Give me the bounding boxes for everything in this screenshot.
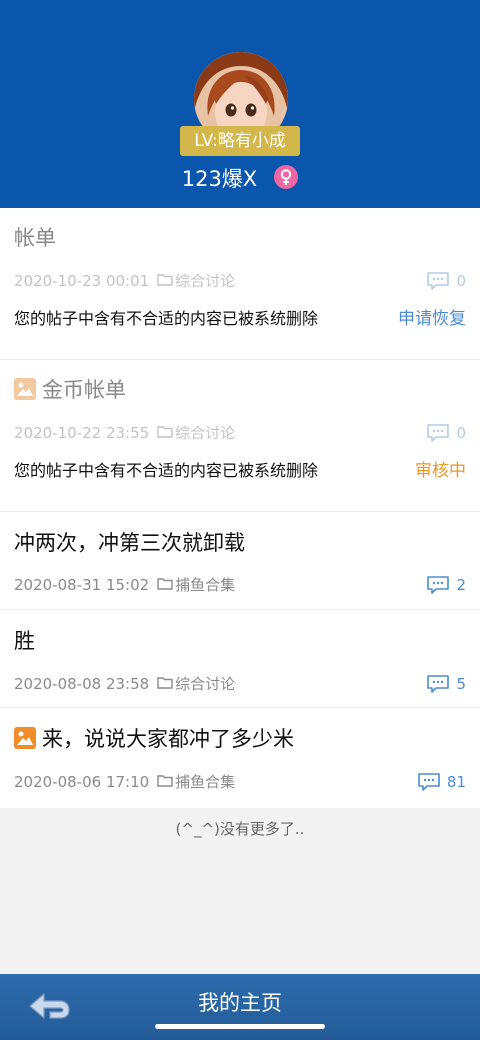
list-item[interactable]: 来，说说大家都冲了多少米 2020-08-06 17:10 捕鱼合集 81 (0, 708, 480, 808)
list-item[interactable]: 帐单 2020-10-23 00:01 综合讨论 0 您的帖子中含有不合适的内容已… (0, 208, 480, 360)
post-category[interactable]: 综合讨论 (175, 272, 235, 290)
comment-bubble-icon (427, 575, 450, 594)
image-icon (14, 378, 36, 400)
post-category[interactable]: 综合讨论 (175, 675, 235, 693)
post-meta: 2020-08-31 15:02 捕鱼合集 (14, 574, 235, 597)
comment-bubble-icon (418, 772, 440, 791)
folder-icon (157, 771, 173, 793)
post-title[interactable]: 冲两次，冲第三次就卸载 (14, 528, 245, 558)
post-meta: 2020-08-08 23:58 综合讨论 (14, 673, 235, 696)
post-title-text: 来，说说大家都冲了多少米 (42, 727, 294, 751)
deleted-notice: 您的帖子中含有不合适的内容已被系统删除 (14, 309, 319, 328)
post-title-text: 胜 (14, 629, 35, 653)
username-row: 123爆X (0, 164, 480, 194)
status-under-review: 审核中 (415, 461, 466, 481)
image-icon (14, 727, 36, 749)
post-category[interactable]: 捕鱼合集 (175, 576, 235, 594)
list-item[interactable]: 金币帐单 2020-10-22 23:55 综合讨论 0 您的帖子中含有不合适的内… (0, 360, 480, 512)
comment-count-value: 0 (456, 272, 466, 290)
comment-count-value: 81 (446, 773, 466, 791)
request-restore-link[interactable]: 申请恢复 (398, 307, 466, 331)
post-title[interactable]: 帐单 (14, 223, 56, 253)
post-date: 2020-10-23 00:01 (14, 272, 150, 290)
post-title[interactable]: 胜 (14, 626, 35, 656)
post-title[interactable]: 来，说说大家都冲了多少米 (14, 724, 294, 754)
comment-count[interactable]: 0 (426, 270, 466, 292)
folder-icon (157, 574, 173, 596)
list-item[interactable]: 冲两次，冲第三次就卸载 2020-08-31 15:02 捕鱼合集 2 (0, 512, 480, 610)
post-date: 2020-08-08 23:58 (14, 675, 150, 693)
comment-count-value: 0 (456, 424, 466, 442)
post-list: 帐单 2020-10-23 00:01 综合讨论 0 您的帖子中含有不合适的内容已… (0, 208, 480, 808)
comment-count[interactable]: 2 (426, 574, 466, 596)
profile-header: LV:略有小成 123爆X (0, 0, 480, 208)
list-item[interactable]: 胜 2020-08-08 23:58 综合讨论 5 (0, 610, 480, 708)
comment-bubble-icon (427, 423, 450, 442)
page-title: 我的主页 (198, 991, 282, 1015)
post-date: 2020-08-31 15:02 (14, 576, 150, 594)
folder-icon (157, 270, 173, 292)
comment-count-value: 2 (456, 576, 466, 594)
comment-bubble-icon (427, 674, 450, 693)
level-badge: LV:略有小成 (180, 126, 300, 156)
comment-bubble-icon (427, 271, 450, 290)
home-indicator[interactable] (155, 1024, 325, 1029)
post-meta: 2020-10-22 23:55 综合讨论 (14, 422, 235, 445)
post-meta: 2020-08-06 17:10 捕鱼合集 (14, 771, 235, 794)
no-more-text: (^_^)没有更多了.. (175, 820, 305, 838)
comment-count[interactable]: 81 (417, 771, 466, 793)
post-meta: 2020-10-23 00:01 综合讨论 (14, 270, 235, 293)
folder-icon (157, 422, 173, 444)
female-icon (274, 165, 299, 189)
comment-count[interactable]: 0 (426, 422, 466, 444)
folder-icon (157, 673, 173, 695)
post-category[interactable]: 综合讨论 (175, 424, 235, 442)
comment-count-value: 5 (456, 675, 466, 693)
post-title-text: 金币帐单 (42, 378, 126, 402)
post-title-text: 帐单 (14, 226, 56, 250)
post-date: 2020-08-06 17:10 (14, 773, 150, 791)
post-title-text: 冲两次，冲第三次就卸载 (14, 531, 245, 555)
bottom-bar: 我的主页 (0, 974, 480, 1040)
deleted-notice: 您的帖子中含有不合适的内容已被系统删除 (14, 461, 319, 480)
post-title[interactable]: 金币帐单 (14, 375, 126, 405)
post-category[interactable]: 捕鱼合集 (175, 773, 235, 791)
comment-count[interactable]: 5 (426, 673, 466, 695)
post-date: 2020-10-22 23:55 (14, 424, 150, 442)
username: 123爆X (181, 167, 258, 191)
